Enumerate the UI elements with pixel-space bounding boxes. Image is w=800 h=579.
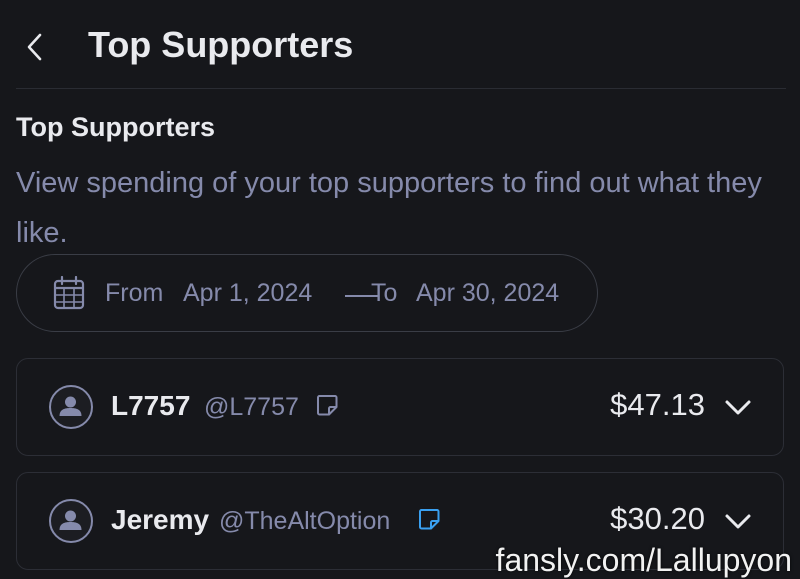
section-description: View spending of your top supporters to … (16, 167, 762, 249)
watermark: fansly.com/Lallupyon (495, 542, 792, 578)
supporter-display-name[interactable]: Jeremy (111, 504, 209, 536)
supporter-card[interactable]: L7757 @L7757 $47.13 (16, 358, 784, 456)
page-header: Top Supporters (0, 0, 800, 88)
user-icon (59, 396, 82, 416)
avatar[interactable] (49, 499, 93, 543)
supporter-handle[interactable]: @L7757 (204, 393, 299, 422)
supporter-amount: $47.13 (610, 387, 705, 422)
avatar[interactable] (49, 385, 93, 429)
note-icon[interactable] (315, 393, 339, 417)
chevron-down-icon[interactable] (723, 507, 753, 535)
date-range-picker[interactable]: From Apr 1, 2024 To Apr 30, 2024 (16, 254, 598, 332)
to-label: To (371, 279, 398, 307)
supporter-handle[interactable]: @TheAltOption (219, 507, 390, 536)
supporter-amount: $30.20 (610, 501, 705, 536)
calendar-icon (53, 276, 85, 310)
chevron-down-icon[interactable] (723, 393, 753, 421)
user-icon (59, 510, 82, 530)
back-button[interactable] (20, 28, 50, 66)
section-title: Top Supporters (16, 112, 215, 142)
from-label: From (105, 279, 164, 307)
chevron-left-icon (27, 33, 42, 61)
note-icon[interactable] (417, 507, 441, 531)
header-divider (16, 88, 786, 89)
supporter-display-name[interactable]: L7757 (111, 390, 190, 422)
to-date[interactable]: Apr 30, 2024 (416, 279, 559, 308)
from-date[interactable]: Apr 1, 2024 (183, 279, 312, 308)
page-title: Top Supporters (88, 24, 354, 65)
